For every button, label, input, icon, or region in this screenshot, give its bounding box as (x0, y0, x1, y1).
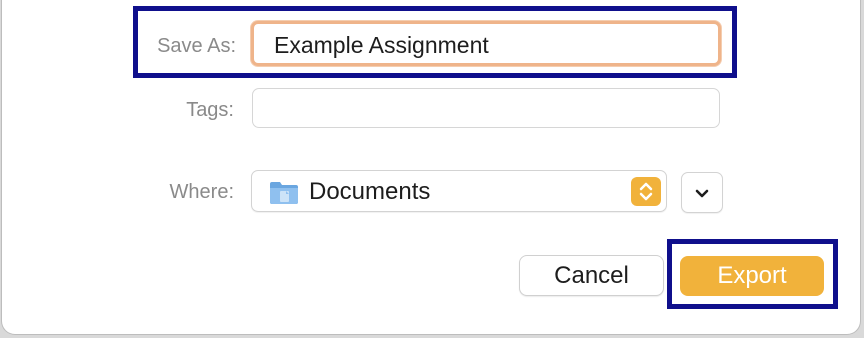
up-down-chevron-icon[interactable] (631, 177, 661, 206)
where-location-popup[interactable]: Documents (251, 170, 667, 212)
expand-dialog-button[interactable] (681, 172, 723, 213)
where-location-value: Documents (309, 178, 431, 205)
chevron-down-icon (692, 183, 712, 208)
export-dialog: Save As: Example Assignment Tags: Where:… (1, 0, 861, 335)
folder-icon (269, 179, 299, 205)
save-as-annotation-box (133, 6, 737, 78)
tags-input[interactable] (252, 88, 720, 128)
export-annotation-box (667, 239, 838, 309)
cancel-button[interactable]: Cancel (519, 255, 664, 296)
where-label: Where: (169, 181, 234, 203)
tags-label: Tags: (186, 99, 234, 121)
